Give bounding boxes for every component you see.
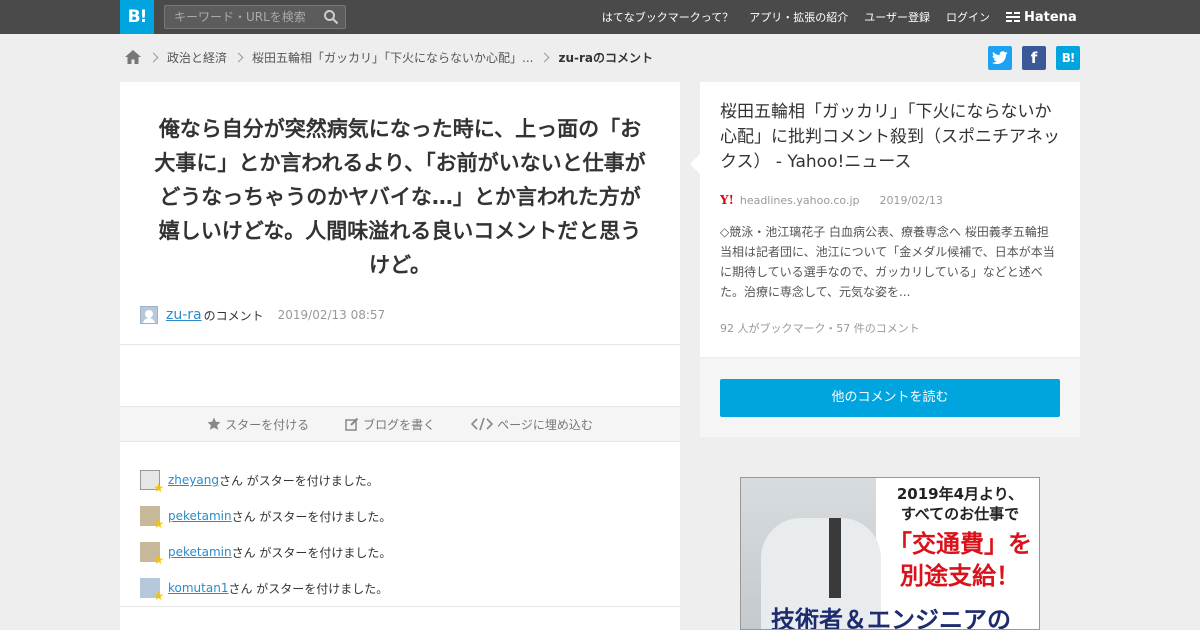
breadcrumb-current: zu-raのコメント	[558, 50, 653, 65]
yahoo-favicon-icon: Y!	[720, 193, 734, 207]
hatena-bookmark-logo[interactable]: B!	[120, 0, 154, 34]
entry-source: Y! headlines.yahoo.co.jp 2019/02/13	[720, 192, 943, 208]
star-item: ★ zheyang さん がスターを付けました。	[140, 462, 660, 498]
facebook-share-button[interactable]: f	[1022, 46, 1046, 70]
avatar[interactable]: ★	[140, 470, 164, 494]
entry-date: 2019/02/13	[879, 193, 943, 207]
author-name-link[interactable]: zu-ra	[166, 307, 202, 323]
search-box[interactable]	[164, 5, 346, 29]
ad-banner[interactable]: 2019年4月より、 すべてのお仕事で 「交通費」を 別途支給！ 技術者＆エンジ…	[740, 477, 1040, 630]
comment-actions: スターを付ける ブログを書く ページに埋め込む	[120, 406, 680, 442]
hatena-bookmark-share-button[interactable]: B!	[1056, 46, 1080, 70]
write-blog-button[interactable]: ブログを書く	[345, 416, 435, 433]
embed-button[interactable]: ページに埋め込む	[471, 416, 593, 433]
comment-author: zu-ra のコメント 2019/02/13 08:57	[140, 304, 385, 326]
breadcrumb-category[interactable]: 政治と経済	[167, 49, 227, 66]
entry-counts-link[interactable]: 92 人がブックマーク・57 件のコメント	[720, 320, 920, 336]
avatar[interactable]: ★	[140, 578, 164, 602]
ad-line-3: 「交通費」を	[888, 530, 1032, 558]
avatar[interactable]: ★	[140, 542, 164, 566]
breadcrumb-entry[interactable]: 桜田五輪相「ガッカリ」「下火にならないか心配」...	[252, 49, 533, 66]
comment-text: 俺なら自分が突然病気になった時に、上っ面の「お大事に」とか言われるより、「お前が…	[154, 117, 646, 277]
edit-icon	[345, 417, 359, 431]
ad-line-5: 技術者＆エンジニアの	[771, 606, 1011, 630]
add-star-label: スターを付ける	[225, 417, 310, 432]
star-icon	[207, 417, 221, 430]
star-item: ★ peketamin さん がスターを付けました。	[140, 498, 660, 534]
entry-summary: ◇競泳・池江璃花子 白血病公表、療養専念へ 桜田義孝五輪担当相は記者団に、池江に…	[720, 225, 1055, 299]
star-user-link[interactable]: peketamin	[168, 545, 232, 559]
entry-footer: 他のコメントを読む	[700, 357, 1080, 437]
home-icon[interactable]	[124, 49, 142, 65]
nav-about-link[interactable]: はてなブックマークって？	[602, 9, 733, 25]
ad-line-2: すべてのお仕事で	[900, 505, 1020, 523]
entry-domain-link[interactable]: headlines.yahoo.co.jp	[740, 194, 860, 207]
twitter-icon	[992, 51, 1008, 65]
chevron-right-icon	[148, 52, 159, 62]
chevron-right-icon	[233, 52, 244, 62]
ad-line: 2019年4月より、 すべてのお仕事で	[881, 484, 1039, 524]
star-user-link[interactable]: zheyang	[168, 473, 219, 487]
nav-apps-link[interactable]: アプリ・拡張の紹介	[749, 9, 848, 25]
ad-headline: 「交通費」を 別途支給！	[881, 528, 1039, 592]
divider	[120, 344, 680, 345]
star-icon: ★	[153, 589, 164, 603]
avatar[interactable]: ★	[140, 506, 164, 530]
star-icon: ★	[153, 517, 164, 531]
star-item: ★ peketamin さん がスターを付けました。	[140, 534, 660, 570]
star-text: さん がスターを付けました。	[228, 581, 389, 596]
comment-card: 俺なら自分が突然病気になった時に、上っ面の「お大事に」とか言われるより、「お前が…	[120, 82, 680, 630]
star-icon: ★	[153, 481, 164, 495]
divider	[120, 606, 680, 607]
search-icon[interactable]	[323, 9, 339, 25]
ad-line-4: 別途支給！	[900, 562, 1020, 590]
star-item: ★ komutan1 さん がスターを付けました。	[140, 570, 660, 606]
twitter-share-button[interactable]	[988, 46, 1012, 70]
star-icon: ★	[153, 553, 164, 567]
star-text: さん がスターを付けました。	[231, 509, 392, 524]
hatena-logo-icon	[1006, 12, 1020, 22]
add-star-button[interactable]: スターを付ける	[207, 416, 309, 433]
star-user-link[interactable]: peketamin	[168, 509, 232, 523]
comment-date[interactable]: 2019/02/13 08:57	[278, 308, 386, 322]
entry-panel: 桜田五輪相「ガッカリ」「下火にならないか心配」に批判コメント殺到（スポニチアネッ…	[690, 82, 1080, 437]
star-user-link[interactable]: komutan1	[168, 581, 228, 595]
star-list: ★ zheyang さん がスターを付けました。 ★ peketamin さん …	[140, 462, 660, 606]
hatena-brand[interactable]: Hatena	[1006, 0, 1077, 34]
top-bar: B! はてなブックマークって？ アプリ・拡張の紹介 ユーザー登録 ログイン Ha…	[0, 0, 1200, 34]
hatena-brand-label: Hatena	[1024, 9, 1077, 25]
star-text: さん がスターを付けました。	[218, 473, 379, 488]
top-nav: はてなブックマークって？ アプリ・拡張の紹介 ユーザー登録 ログイン	[586, 0, 990, 34]
speech-notch	[690, 154, 700, 174]
entry-title-link[interactable]: 桜田五輪相「ガッカリ」「下火にならないか心配」に批判コメント殺到（スポニチアネッ…	[720, 100, 1062, 175]
chevron-right-icon	[540, 52, 550, 62]
embed-label: ページに埋め込む	[497, 417, 593, 432]
read-other-comments-button[interactable]: 他のコメントを読む	[720, 379, 1060, 417]
nav-register-link[interactable]: ユーザー登録	[864, 9, 930, 25]
write-blog-label: ブログを書く	[363, 417, 436, 432]
ad-line-1: 2019年4月より、	[896, 485, 1024, 503]
nav-login-link[interactable]: ログイン	[946, 9, 990, 25]
author-suffix: のコメント	[203, 308, 264, 323]
code-icon	[471, 417, 494, 431]
avatar[interactable]	[140, 306, 158, 324]
breadcrumb: 政治と経済 桜田五輪相「ガッカリ」「下火にならないか心配」... zu-raのコ…	[124, 46, 653, 68]
search-input[interactable]	[165, 6, 315, 28]
star-text: さん がスターを付けました。	[231, 545, 392, 560]
